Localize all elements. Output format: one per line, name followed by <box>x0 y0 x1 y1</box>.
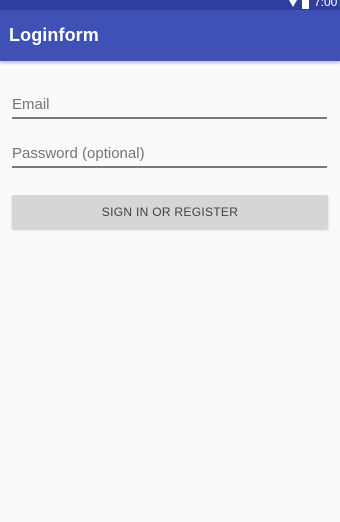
password-field[interactable]: Password (optional) <box>12 138 327 168</box>
password-label: Password (optional) <box>12 145 145 162</box>
sign-in-or-register-button[interactable]: SIGN IN OR REGISTER <box>12 195 328 229</box>
sign-in-button-label: SIGN IN OR REGISTER <box>101 205 239 219</box>
email-label: Email <box>12 96 50 113</box>
wifi-icon <box>289 0 297 7</box>
status-bar: 7:00 <box>0 0 340 10</box>
status-icons: 7:00 <box>289 0 340 10</box>
email-field[interactable]: Email <box>12 89 327 119</box>
app-bar: Loginform <box>0 10 340 61</box>
battery-icon <box>302 0 309 9</box>
app-title: Loginform <box>9 25 99 45</box>
status-time: 7:00 <box>314 0 338 9</box>
